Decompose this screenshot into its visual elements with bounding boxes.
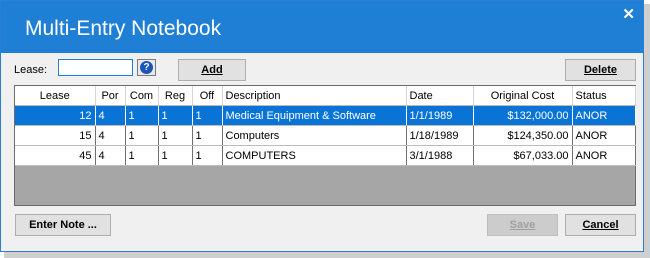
cell-por: 4 bbox=[95, 145, 126, 166]
cell-lease: 45 bbox=[15, 145, 96, 166]
cell-original-cost: $124,350.00 bbox=[473, 125, 573, 146]
table-header-row: Lease Por Com Reg Off Description Date O… bbox=[15, 86, 636, 106]
cell-off: 1 bbox=[192, 125, 223, 146]
cell-date: 1/18/1989 bbox=[406, 125, 474, 146]
cell-status: ANOR bbox=[572, 145, 636, 166]
table-row[interactable]: 15 4 1 1 1 Computers 1/18/1989 $124,350.… bbox=[15, 125, 636, 146]
cell-reg: 1 bbox=[158, 105, 193, 126]
cancel-button[interactable]: Cancel bbox=[565, 214, 636, 236]
close-icon[interactable]: ✕ bbox=[622, 5, 635, 23]
table-row[interactable]: 12 4 1 1 1 Medical Equipment & Software … bbox=[15, 105, 636, 126]
lease-help-button[interactable]: ? bbox=[137, 59, 156, 76]
column-header-lease[interactable]: Lease bbox=[15, 86, 96, 106]
cell-reg: 1 bbox=[158, 125, 193, 146]
column-header-com[interactable]: Com bbox=[125, 86, 159, 106]
dialog-window: Multi-Entry Notebook ✕ Lease: ? Add Dele… bbox=[0, 0, 644, 252]
lease-table: Lease Por Com Reg Off Description Date O… bbox=[15, 86, 636, 166]
lease-label: Lease: bbox=[14, 64, 48, 76]
cell-com: 1 bbox=[125, 125, 159, 146]
cell-description: COMPUTERS bbox=[222, 145, 407, 166]
cancel-button-label: Cancel bbox=[582, 219, 619, 231]
column-header-description[interactable]: Description bbox=[222, 86, 407, 106]
cell-por: 4 bbox=[95, 105, 126, 126]
cell-description: Medical Equipment & Software bbox=[222, 105, 407, 126]
cell-status: ANOR bbox=[572, 105, 636, 126]
cell-original-cost: $132,000.00 bbox=[473, 105, 573, 126]
window-shadow-right bbox=[644, 4, 650, 254]
help-icon: ? bbox=[140, 61, 153, 74]
cell-date: 3/1/1988 bbox=[406, 145, 474, 166]
window-title: Multi-Entry Notebook bbox=[25, 17, 222, 40]
delete-button-label: Delete bbox=[583, 64, 618, 76]
cell-com: 1 bbox=[125, 145, 159, 166]
cell-reg: 1 bbox=[158, 145, 193, 166]
window-shadow-bottom bbox=[4, 252, 650, 258]
add-button-label: Add bbox=[201, 64, 223, 76]
lease-input[interactable] bbox=[58, 59, 133, 76]
delete-button[interactable]: Delete bbox=[565, 59, 636, 81]
cell-por: 4 bbox=[95, 125, 126, 146]
save-button-label: Save bbox=[509, 219, 536, 231]
cell-off: 1 bbox=[192, 145, 223, 166]
cell-status: ANOR bbox=[572, 125, 636, 146]
save-button[interactable]: Save bbox=[487, 214, 558, 236]
column-header-reg[interactable]: Reg bbox=[158, 86, 193, 106]
table-row[interactable]: 45 4 1 1 1 COMPUTERS 3/1/1988 $67,033.00… bbox=[15, 145, 636, 166]
column-header-status[interactable]: Status bbox=[572, 86, 636, 106]
add-button[interactable]: Add bbox=[178, 59, 246, 81]
column-header-off[interactable]: Off bbox=[192, 86, 223, 106]
cell-lease: 15 bbox=[15, 125, 96, 146]
cell-lease: 12 bbox=[15, 105, 96, 126]
cell-com: 1 bbox=[125, 105, 159, 126]
column-header-original-cost[interactable]: Original Cost bbox=[473, 86, 573, 106]
column-header-por[interactable]: Por bbox=[95, 86, 126, 106]
lease-grid: Lease Por Com Reg Off Description Date O… bbox=[14, 85, 636, 206]
column-header-date[interactable]: Date bbox=[406, 86, 474, 106]
cell-off: 1 bbox=[192, 105, 223, 126]
cell-description: Computers bbox=[222, 125, 407, 146]
enter-note-button[interactable]: Enter Note ... bbox=[15, 214, 111, 236]
title-bar: Multi-Entry Notebook ✕ bbox=[1, 1, 643, 53]
cell-original-cost: $67,033.00 bbox=[473, 145, 573, 166]
enter-note-button-label: Enter Note ... bbox=[29, 219, 97, 231]
cell-date: 1/1/1989 bbox=[406, 105, 474, 126]
